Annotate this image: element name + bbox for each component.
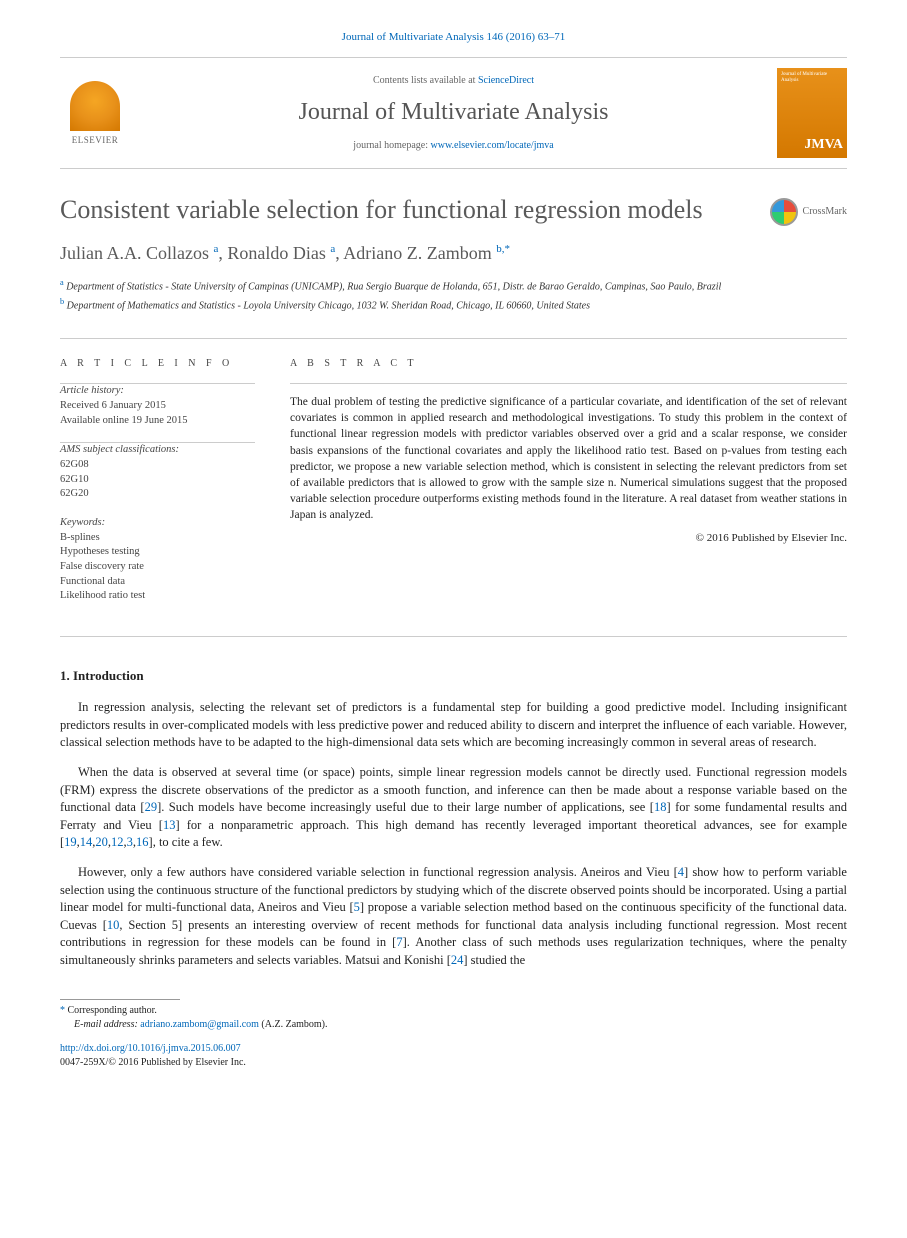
corresponding-footnote: * Corresponding author. xyxy=(60,1004,847,1018)
affil-b-text: Department of Mathematics and Statistics… xyxy=(64,300,590,311)
affiliation-a: a Department of Statistics - State Unive… xyxy=(60,277,847,294)
keyword: Functional data xyxy=(60,575,255,590)
journal-cover: Journal of Multivariate Analysis JMVA xyxy=(777,68,847,158)
author-3-corr[interactable]: * xyxy=(505,243,511,255)
affil-a-text: Department of Statistics - State Univers… xyxy=(64,281,722,292)
keywords-block: Keywords: B-splines Hypotheses testing F… xyxy=(60,516,255,604)
issn-line: 0047-259X/© 2016 Published by Elsevier I… xyxy=(60,1057,246,1068)
keyword: B-splines xyxy=(60,531,255,546)
homepage-line: journal homepage: www.elsevier.com/locat… xyxy=(130,139,777,153)
author-2: Ronaldo Dias xyxy=(227,243,330,263)
abstract-text: The dual problem of testing the predicti… xyxy=(290,394,847,523)
ref-link[interactable]: 14 xyxy=(80,835,93,849)
contents-line: Contents lists available at ScienceDirec… xyxy=(130,74,777,88)
ams-code: 62G10 xyxy=(60,473,255,488)
para-text: ], to cite a few. xyxy=(149,835,223,849)
authors: Julian A.A. Collazos a, Ronaldo Dias a, … xyxy=(60,241,847,266)
homepage-link[interactable]: www.elsevier.com/locate/jmva xyxy=(431,140,554,151)
ref-link[interactable]: 12 xyxy=(111,835,124,849)
affiliations: a Department of Statistics - State Unive… xyxy=(60,277,847,314)
email-who: (A.Z. Zambom). xyxy=(259,1019,328,1030)
ams-title: AMS subject classifications: xyxy=(60,443,255,458)
article-title: Consistent variable selection for functi… xyxy=(60,194,757,225)
abstract-col: A B S T R A C T The dual problem of test… xyxy=(290,357,847,618)
crossmark-badge[interactable]: CrossMark xyxy=(757,198,847,226)
crossmark-text: CrossMark xyxy=(803,205,847,219)
para-text: However, only a few authors have conside… xyxy=(78,865,678,879)
article-info-col: A R T I C L E I N F O Article history: R… xyxy=(60,357,255,618)
title-row: Consistent variable selection for functi… xyxy=(60,194,847,226)
author-3-aff[interactable]: b, xyxy=(496,243,504,255)
ref-link[interactable]: 18 xyxy=(654,800,667,814)
body-paragraph: However, only a few authors have conside… xyxy=(60,864,847,969)
article-history-block: Article history: Received 6 January 2015… xyxy=(60,384,255,428)
elsevier-tree-icon xyxy=(70,81,120,131)
ref-link[interactable]: 16 xyxy=(136,835,149,849)
masthead-center: Contents lists available at ScienceDirec… xyxy=(130,74,777,154)
keyword: False discovery rate xyxy=(60,560,255,575)
doi-link[interactable]: http://dx.doi.org/10.1016/j.jmva.2015.06… xyxy=(60,1043,241,1054)
ref-link[interactable]: 3 xyxy=(127,835,133,849)
crossmark-icon xyxy=(770,198,798,226)
ams-block: AMS subject classifications: 62G08 62G10… xyxy=(60,443,255,502)
author-3: Adriano Z. Zambom xyxy=(343,243,496,263)
sciencedirect-link[interactable]: ScienceDirect xyxy=(478,75,534,86)
ref-link[interactable]: 20 xyxy=(95,835,108,849)
body-paragraph: When the data is observed at several tim… xyxy=(60,764,847,852)
email-link[interactable]: adriano.zambom@gmail.com xyxy=(140,1019,259,1030)
top-citation: Journal of Multivariate Analysis 146 (20… xyxy=(60,30,847,45)
cover-abbrev: JMVA xyxy=(781,135,843,155)
online-date: Available online 19 June 2015 xyxy=(60,414,255,429)
page: Journal of Multivariate Analysis 146 (20… xyxy=(0,0,907,1238)
elsevier-label: ELSEVIER xyxy=(72,134,119,147)
footer-block: http://dx.doi.org/10.1016/j.jmva.2015.06… xyxy=(60,1042,847,1070)
masthead: ELSEVIER Contents lists available at Sci… xyxy=(60,57,847,169)
section-heading-intro: 1. Introduction xyxy=(60,667,847,685)
abstract-copyright: © 2016 Published by Elsevier Inc. xyxy=(290,531,847,546)
history-title: Article history: xyxy=(60,384,255,399)
ref-link[interactable]: 19 xyxy=(64,835,77,849)
para-text: ] studied the xyxy=(463,953,525,967)
ref-link[interactable]: 29 xyxy=(145,800,158,814)
homepage-prefix: journal homepage: xyxy=(353,140,430,151)
body-paragraph: In regression analysis, selecting the re… xyxy=(60,699,847,752)
abstract-heading: A B S T R A C T xyxy=(290,357,847,371)
author-1: Julian A.A. Collazos xyxy=(60,243,214,263)
keyword: Likelihood ratio test xyxy=(60,589,255,604)
info-abstract-block: A R T I C L E I N F O Article history: R… xyxy=(60,338,847,637)
cover-small-text: Journal of Multivariate Analysis xyxy=(781,72,843,83)
ref-link[interactable]: 10 xyxy=(107,918,120,932)
ref-link[interactable]: 13 xyxy=(163,818,176,832)
elsevier-logo: ELSEVIER xyxy=(60,73,130,153)
article-info-heading: A R T I C L E I N F O xyxy=(60,357,255,371)
ams-code: 62G20 xyxy=(60,487,255,502)
ams-code: 62G08 xyxy=(60,458,255,473)
affiliation-b: b Department of Mathematics and Statisti… xyxy=(60,296,847,313)
email-footnote: E-mail address: adriano.zambom@gmail.com… xyxy=(60,1018,847,1032)
journal-title: Journal of Multivariate Analysis xyxy=(130,96,777,130)
abstract-divider xyxy=(290,383,847,384)
footnote-corr: Corresponding author. xyxy=(65,1005,157,1016)
received-date: Received 6 January 2015 xyxy=(60,399,255,414)
keywords-title: Keywords: xyxy=(60,516,255,531)
ref-link[interactable]: 24 xyxy=(451,953,464,967)
para-text: ]. Such models have become increasingly … xyxy=(157,800,654,814)
footnote-rule xyxy=(60,999,180,1000)
keyword: Hypotheses testing xyxy=(60,545,255,560)
contents-prefix: Contents lists available at xyxy=(373,75,478,86)
email-label: E-mail address: xyxy=(74,1019,140,1030)
